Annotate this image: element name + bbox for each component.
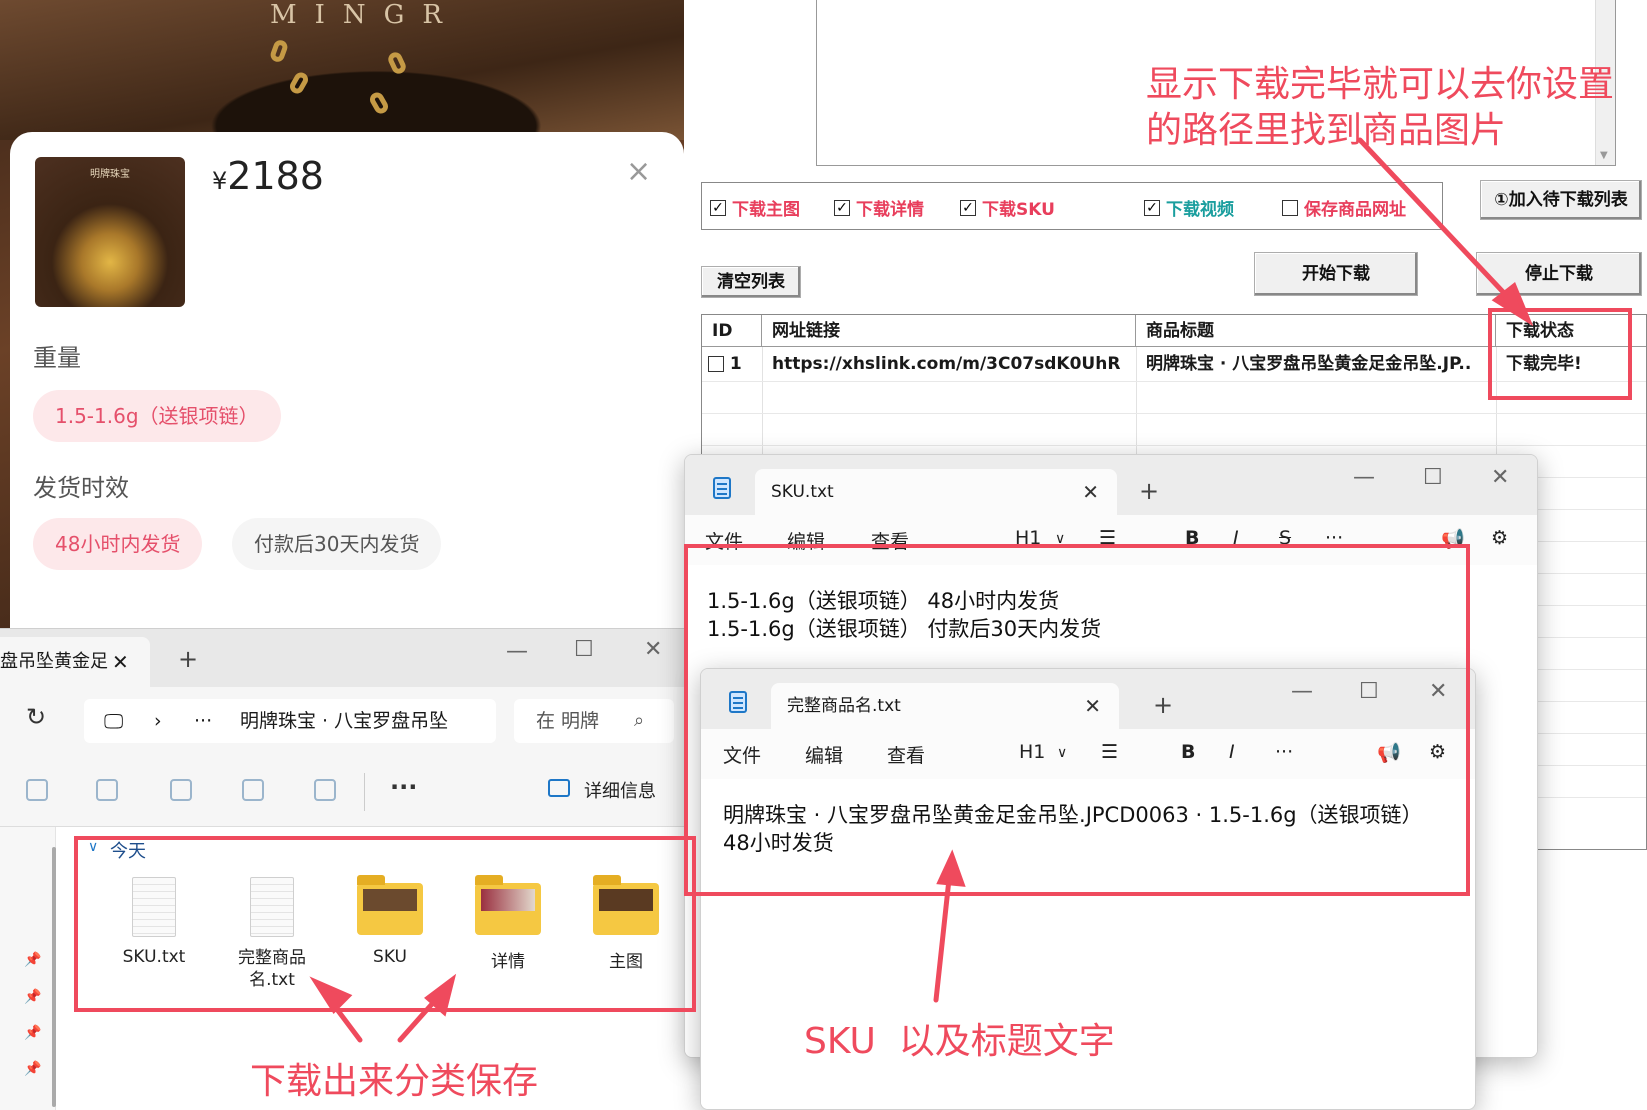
option-video[interactable]: ✓ 下载视频 (1144, 195, 1234, 220)
checkbox-video[interactable]: ✓ (1144, 199, 1160, 216)
refresh-icon[interactable]: ↻ (26, 703, 46, 731)
ship-option-48h[interactable]: 48小时内发货 (33, 518, 203, 570)
pin-icon[interactable]: 📌 (24, 1025, 41, 1041)
col-header-id[interactable]: ID (702, 315, 762, 347)
explorer-address-bar: ↻ 🖵 › ··· 明牌珠宝 · 八宝罗盘吊坠 在 明牌 ⌕ (0, 687, 684, 757)
checkbox-save-url[interactable] (1282, 199, 1298, 216)
highlight-status-box (1488, 308, 1632, 400)
start-download-button[interactable]: 开始下载 (1254, 252, 1418, 296)
col-header-url[interactable]: 网址链接 (762, 315, 1136, 347)
tab-title: SKU.txt (771, 482, 834, 502)
search-placeholder: 在 明牌 (536, 710, 600, 732)
row-id-value: 1 (729, 354, 742, 374)
currency-symbol: ¥ (212, 167, 228, 195)
close-icon[interactable]: × (626, 154, 651, 189)
shipping-label: 发货时效 (33, 474, 129, 502)
search-input[interactable]: 在 明牌 ⌕ (514, 699, 674, 743)
monitor-icon: 🖵 (104, 709, 124, 733)
close-tab-icon[interactable]: ✕ (1082, 469, 1099, 515)
option-sku[interactable]: ✓ 下载SKU (960, 195, 1055, 220)
chain-link-icon (367, 89, 391, 117)
explorer-tab[interactable]: 盘吊坠黄金足 ✕ (0, 637, 150, 687)
close-tab-icon[interactable]: ✕ (112, 637, 129, 687)
rename-icon[interactable] (170, 779, 192, 801)
option-save-url[interactable]: 保存商品网址 (1282, 195, 1406, 220)
option-label: 下载SKU (982, 200, 1055, 220)
row-divider (702, 445, 1646, 446)
option-label: 下载视频 (1166, 200, 1234, 220)
checkbox-details[interactable]: ✓ (834, 199, 850, 216)
highlight-files-box (74, 836, 696, 1012)
new-tab-icon[interactable]: + (178, 645, 198, 673)
row-divider (702, 413, 1646, 414)
ship-option-30d[interactable]: 付款后30天内发货 (232, 518, 442, 570)
more-options-icon[interactable]: ··· (390, 773, 417, 801)
close-window-icon[interactable]: ✕ (1491, 465, 1509, 490)
paste-icon[interactable] (96, 779, 118, 801)
delete-icon[interactable] (314, 779, 336, 801)
pin-icon[interactable]: 📌 (24, 1061, 41, 1077)
brand-wordmark: MINGR (270, 0, 460, 30)
maximize-icon[interactable]: ☐ (1423, 465, 1443, 490)
col-header-title[interactable]: 商品标题 (1136, 315, 1496, 347)
download-options-group: ✓ 下载主图 ✓ 下载详情 ✓ 下载SKU ✓ 下载视频 保存商品网址 (701, 182, 1443, 230)
weight-option-pill[interactable]: 1.5-1.6g（送银项链） (33, 390, 281, 442)
annotation-categorized-save: 下载出来分类保存 (250, 1061, 539, 1102)
product-sku-sheet: 明牌珠宝 ¥2188 × 重量 1.5-1.6g（送银项链） 发货时效 48小时… (10, 132, 684, 632)
annotation-download-done: 显示下载完毕就可以去你设置的路径里找到商品图片 (1146, 64, 1615, 151)
notepad-tab-bar: SKU.txt ✕ + — ☐ ✕ (685, 455, 1537, 515)
more-path-icon[interactable]: ··· (194, 699, 212, 743)
maximize-icon[interactable]: ☐ (574, 637, 594, 662)
notepad-app-icon (713, 477, 731, 499)
path-text: 明牌珠宝 · 八宝罗盘吊坠 (240, 710, 449, 732)
chevron-right-icon: › (154, 710, 162, 732)
nav-scrollbar[interactable] (52, 847, 56, 1107)
checkbox-sku[interactable]: ✓ (960, 199, 976, 216)
option-main-images[interactable]: ✓ 下载主图 (710, 195, 800, 220)
pin-icon[interactable]: 📌 (24, 952, 41, 968)
explorer-tab-title: 盘吊坠黄金足 (0, 651, 108, 672)
close-window-icon[interactable]: ✕ (644, 637, 662, 662)
notepad-tab-sku[interactable]: SKU.txt ✕ (755, 469, 1117, 515)
price-value: 2188 (227, 154, 324, 198)
address-path[interactable]: 🖵 › ··· 明牌珠宝 · 八宝罗盘吊坠 (84, 699, 496, 743)
row-checkbox[interactable] (708, 356, 724, 372)
copy-icon[interactable] (26, 779, 48, 801)
option-details[interactable]: ✓ 下载详情 (834, 195, 924, 220)
chain-link-icon (287, 69, 311, 97)
product-hero-image: MINGR (0, 0, 684, 140)
details-pane-icon[interactable] (548, 779, 570, 797)
details-button-label[interactable]: 详细信息 (584, 777, 656, 803)
search-icon[interactable]: ⌕ (634, 699, 644, 743)
new-tab-icon[interactable]: + (1139, 477, 1159, 505)
weight-label: 重量 (33, 344, 81, 372)
add-to-queue-button[interactable]: ①加入待下载列表 (1480, 180, 1642, 220)
pin-icon[interactable]: 📌 (24, 989, 41, 1005)
product-thumbnail[interactable]: 明牌珠宝 (35, 157, 185, 307)
table-row-id[interactable]: 1 (702, 348, 762, 380)
explorer-command-bar: ··· 详细信息 (0, 757, 684, 827)
stop-download-button[interactable]: 停止下载 (1476, 252, 1642, 296)
toolbar-divider (364, 773, 365, 811)
clear-list-button[interactable]: 清空列表 (701, 266, 801, 298)
share-icon[interactable] (242, 779, 264, 801)
explorer-tab-bar: 盘吊坠黄金足 ✕ + — ☐ ✕ (0, 629, 684, 687)
gear-icon[interactable]: ⚙ (1491, 527, 1508, 549)
thumbnail-brand-label: 明牌珠宝 (90, 169, 130, 180)
highlight-notepad-box (684, 544, 1470, 896)
table-row-title[interactable]: 明牌珠宝 · 八宝罗盘吊坠黄金足金吊坠.JP.. (1136, 348, 1496, 380)
chain-link-icon (386, 50, 408, 76)
option-label: 下载主图 (732, 200, 800, 220)
checkbox-main-images[interactable]: ✓ (710, 199, 726, 216)
minimize-icon[interactable]: — (1353, 465, 1375, 490)
chain-link-icon (268, 38, 290, 64)
product-price: ¥2188 (212, 154, 324, 198)
table-row-url[interactable]: https://xhslink.com/m/3C07sdK0UhR (762, 348, 1136, 380)
minimize-icon[interactable]: — (506, 639, 528, 664)
option-label: 下载详情 (856, 200, 924, 220)
navigation-pane: 📌 📌 📌 📌 (0, 827, 56, 1110)
annotation-sku-title: SKU 以及标题文字 (804, 1021, 1115, 1062)
option-label: 保存商品网址 (1304, 200, 1406, 220)
